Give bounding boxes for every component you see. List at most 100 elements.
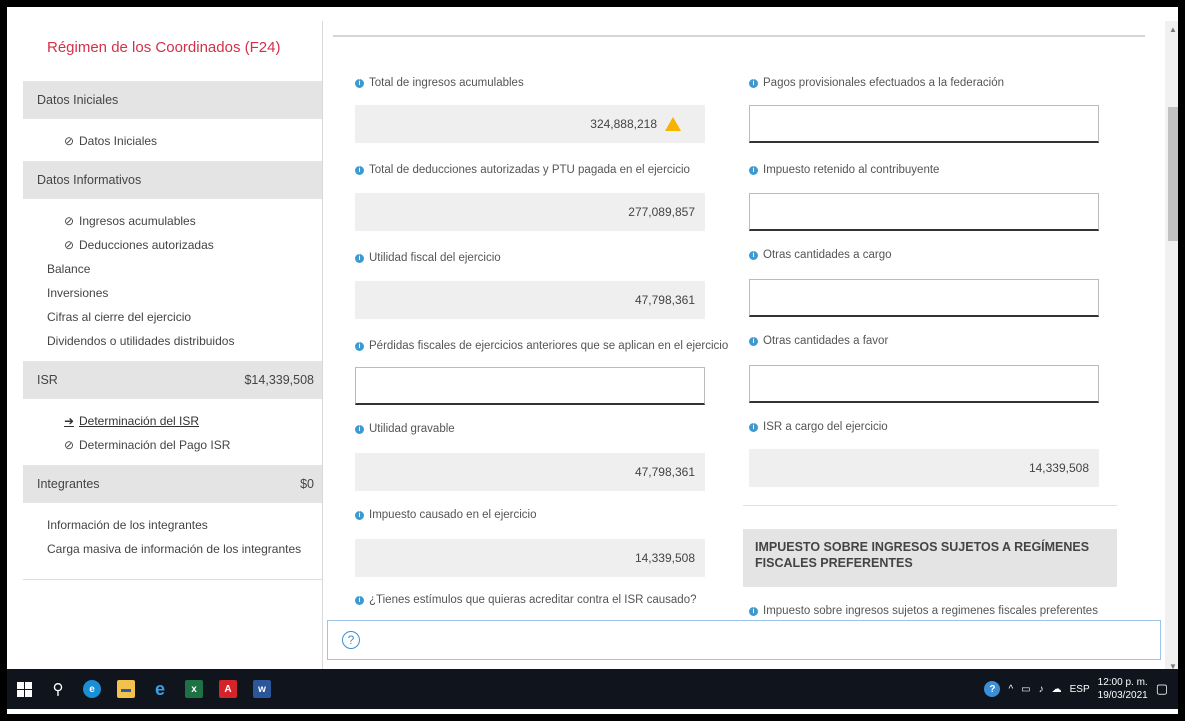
section-amount: $0 [300,477,314,491]
info-icon: i [749,336,758,346]
excel-icon[interactable]: x [177,669,211,709]
section-label: Datos Iniciales [37,93,119,107]
info-icon: i [355,595,364,605]
divider [333,35,1145,37]
utilidad-gravable-field: 47,798,361 [355,453,705,491]
sidebar-section-datos-iniciales[interactable]: Datos Iniciales [23,81,322,119]
sidebar-item-label: Determinación del ISR [79,414,200,428]
impuesto-causado-field: 14,339,508 [355,539,705,577]
total-ingresos-field: 324,888,218 [355,105,705,143]
field-label: i Total de deducciones autorizadas y PTU… [355,164,690,176]
sidebar-item-label: Datos Iniciales [79,134,158,148]
field-label: i Otras cantidades a cargo [749,249,892,261]
sidebar-section-isr[interactable]: ISR $14,339,508 [23,361,322,399]
windows-start-icon[interactable] [7,669,41,709]
sidebar-item-label: Ingresos acumulables [79,214,196,228]
sidebar-item-label: Dividendos o utilidades distribuidos [47,334,235,348]
section-label: Integrantes [37,477,100,491]
clock-date: 19/03/2021 [1097,690,1148,701]
check-circle-icon: ⊘ [63,238,75,252]
acrobat-icon[interactable]: A [211,669,245,709]
sidebar-item-determinacion-pago[interactable]: ⊘ Determinación del Pago ISR [63,433,322,457]
info-icon: i [355,341,364,351]
chevron-up-icon[interactable]: ^ [1008,684,1013,695]
total-deducciones-field: 277,089,857 [355,193,705,231]
volume-icon[interactable]: ♪ [1039,684,1044,695]
clock[interactable]: 12:00 p. m. 19/03/2021 [1098,676,1148,702]
check-circle-icon: ⊘ [63,214,75,228]
field-label: i Total de ingresos acumulables [355,77,524,89]
info-icon: i [355,253,364,263]
field-label: i Pagos provisionales efectuados a la fe… [749,77,1004,89]
field-label: i Utilidad gravable [355,423,455,435]
field-label: i Utilidad fiscal del ejercicio [355,252,501,264]
sidebar-item-label: Información de los integrantes [47,518,208,532]
sidebar-list: ⊘ Datos Iniciales [23,119,322,161]
check-circle-icon: ⊘ [63,134,75,148]
isr-cargo-field: 14,339,508 [749,449,1099,487]
sidebar-item-label: Inversiones [47,286,109,300]
sidebar-section-datos-informativos[interactable]: Datos Informativos [23,161,322,199]
sidebar-item-datos-iniciales[interactable]: ⊘ Datos Iniciales [63,129,322,153]
network-icon[interactable]: ▭ [1021,684,1030,695]
notifications-icon[interactable]: ▢ [1156,681,1168,697]
sidebar-title: Régimen de los Coordinados (F24) [47,39,281,56]
otras-cantidades-favor-input[interactable] [749,365,1099,403]
warning-icon [665,117,681,131]
word-icon[interactable]: w [245,669,279,709]
sidebar-item-balance[interactable]: Balance [47,257,322,281]
help-tray-icon[interactable]: ? [984,681,1001,697]
sidebar-item-info-integrantes[interactable]: Información de los integrantes [47,513,322,537]
file-explorer-icon[interactable]: ▬ [109,669,143,709]
field-label: i Pérdidas fiscales de ejercicios anteri… [355,340,728,352]
field-label: i ¿Tienes estímulos que quieras acredita… [355,594,697,606]
field-label: i Otras cantidades a favor [749,335,888,347]
info-icon: i [749,606,758,616]
sidebar-item-label: Determinación del Pago ISR [79,438,231,452]
clock-time: 12:00 p. m. [1097,677,1148,688]
section-header: IMPUESTO SOBRE INGRESOS SUJETOS A REGÍME… [743,529,1117,587]
section-amount: $14,339,508 [244,373,314,387]
internet-explorer-icon[interactable]: e [143,669,177,709]
info-icon: i [355,78,364,88]
scrollbar[interactable]: ▲ ▼ [1165,21,1178,675]
scroll-thumb[interactable] [1168,107,1178,241]
sidebar-item-inversiones[interactable]: Inversiones [47,281,322,305]
field-label: i Impuesto sobre ingresos sujetos a regi… [749,605,1098,617]
sidebar-list: Información de los integrantes Carga mas… [23,503,322,569]
sidebar-item-carga-masiva[interactable]: Carga masiva de información de los integ… [47,537,322,561]
edge-icon[interactable]: e [75,669,109,709]
taskbar: ⚲ e ▬ e x A w ? ^ ▭ ♪ ☁ ESP 12:00 p. m. [7,669,1178,709]
section-label: ISR [37,373,58,387]
sidebar-item-deducciones[interactable]: ⊘ Deducciones autorizadas [63,233,322,257]
cloud-icon[interactable]: ☁ [1052,684,1062,695]
otras-cantidades-cargo-input[interactable] [749,279,1099,317]
sidebar-item-label: Carga masiva de información de los integ… [47,542,302,556]
language-indicator[interactable]: ESP [1070,684,1090,695]
help-icon[interactable]: ? [342,631,360,649]
info-icon: i [749,165,758,175]
sidebar-item-determinacion-isr[interactable]: ➜ Determinación del ISR [63,409,322,433]
pagos-provisionales-input[interactable] [749,105,1099,143]
info-icon: i [749,250,758,260]
help-bar[interactable]: ? [327,620,1161,660]
utilidad-fiscal-field: 47,798,361 [355,281,705,319]
sidebar-divider [23,579,322,580]
search-icon[interactable]: ⚲ [41,669,75,709]
sidebar-item-cifras[interactable]: Cifras al cierre del ejercicio [47,305,322,329]
field-label: i ISR a cargo del ejercicio [749,421,888,433]
main-content: i Total de ingresos acumulables 324,888,… [325,21,1163,675]
perdidas-fiscales-input[interactable] [355,367,705,405]
check-circle-icon: ⊘ [63,438,75,452]
sidebar-list: ➜ Determinación del ISR ⊘ Determinación … [23,399,322,465]
scroll-up-icon[interactable]: ▲ [1169,25,1177,34]
sidebar-item-ingresos[interactable]: ⊘ Ingresos acumulables [63,209,322,233]
impuesto-retenido-input[interactable] [749,193,1099,231]
sidebar-item-label: Cifras al cierre del ejercicio [47,310,192,324]
sidebar-section-integrantes[interactable]: Integrantes $0 [23,465,322,503]
arrow-right-icon: ➜ [63,414,75,428]
section-label: Datos Informativos [37,173,142,187]
sidebar-item-label: Balance [47,262,91,276]
sidebar-item-dividendos[interactable]: Dividendos o utilidades distribuidos [47,329,322,353]
sidebar: Régimen de los Coordinados (F24) Datos I… [23,21,323,675]
